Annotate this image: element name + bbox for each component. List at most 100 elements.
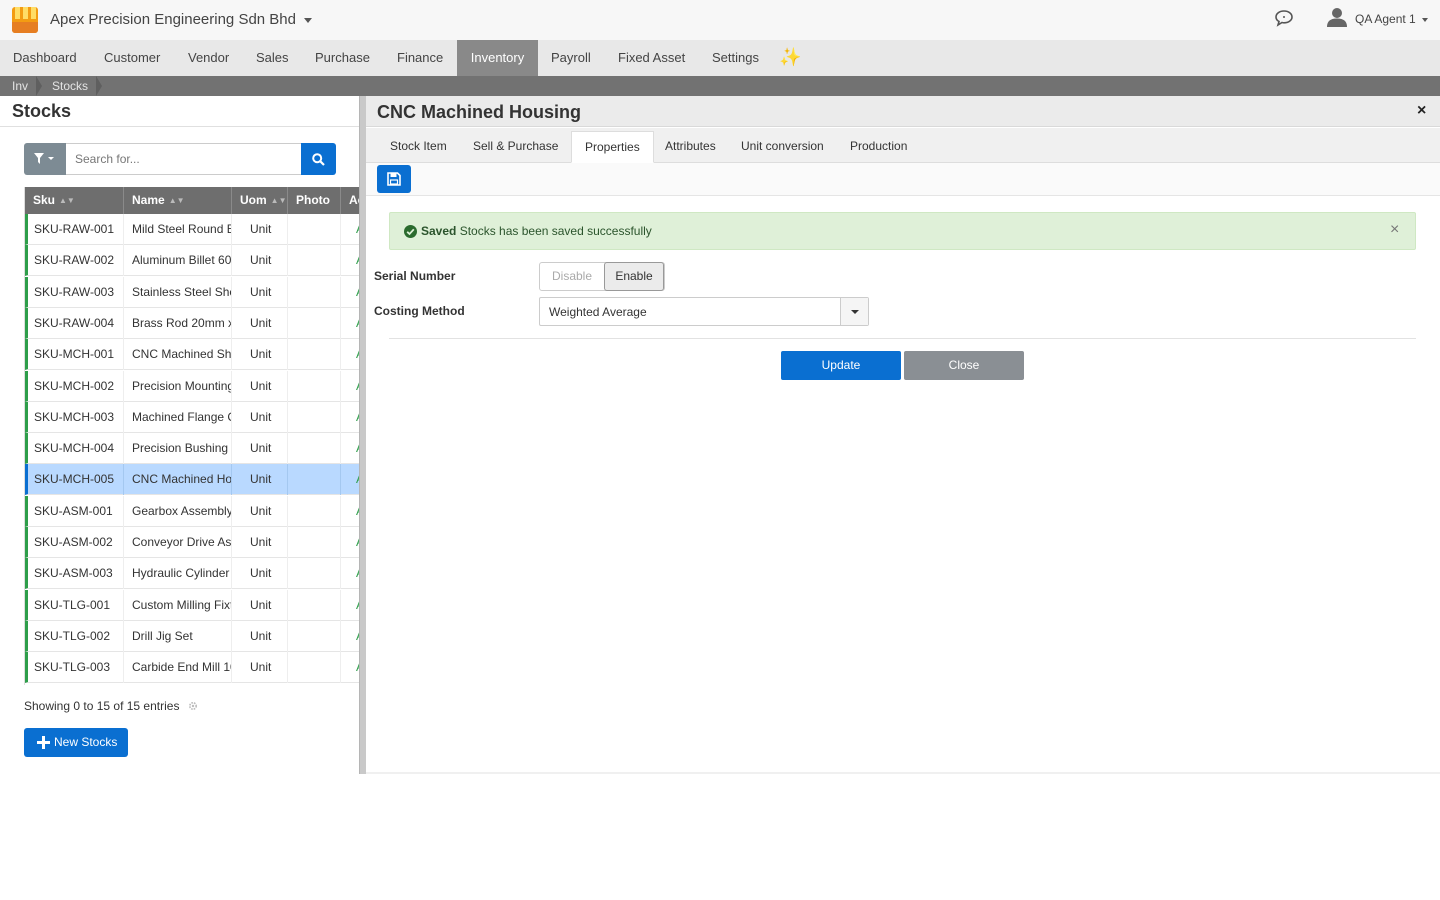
table-row[interactable]: SKU-MCH-002Precision MountingUnit A bbox=[25, 370, 360, 402]
tab-stock-item[interactable]: Stock Item bbox=[377, 131, 460, 163]
gear-icon[interactable] bbox=[188, 701, 198, 711]
company-logo-icon[interactable] bbox=[12, 7, 38, 33]
column-header-photo[interactable]: Photo bbox=[288, 187, 341, 214]
table-row[interactable]: SKU-TLG-001Custom Milling FixtureUnit A bbox=[25, 589, 360, 621]
nav-vendor[interactable]: Vendor bbox=[175, 40, 242, 76]
table-row[interactable]: SKU-ASM-001Gearbox AssemblyUnit A bbox=[25, 495, 360, 527]
sparkle-icon[interactable]: ✨ bbox=[779, 47, 801, 68]
cell-photo bbox=[288, 652, 341, 684]
cell-ac: A bbox=[341, 558, 360, 589]
cell-ac: A bbox=[341, 277, 360, 308]
cell-photo bbox=[288, 433, 341, 465]
cell-ac: A bbox=[341, 214, 360, 245]
cell-ac: A bbox=[341, 245, 360, 276]
column-header-ac[interactable]: Ac bbox=[341, 187, 360, 214]
nav-finance[interactable]: Finance bbox=[384, 40, 456, 76]
dropdown-toggle[interactable] bbox=[840, 298, 868, 325]
column-header-uom[interactable]: Uom ▲▼ bbox=[232, 187, 288, 214]
pagination-info: Showing 0 to 15 of 15 entries bbox=[24, 699, 180, 713]
nav-fixed-asset[interactable]: Fixed Asset bbox=[605, 40, 698, 76]
cell-uom: Unit bbox=[232, 527, 288, 558]
breadcrumb-stocks[interactable]: Stocks bbox=[52, 76, 88, 96]
chevron-down-icon bbox=[1421, 17, 1428, 22]
cell-uom: Unit bbox=[232, 245, 288, 277]
serial-enable-option[interactable]: Enable bbox=[604, 262, 664, 291]
nav-customer[interactable]: Customer bbox=[91, 40, 173, 76]
nav-sales[interactable]: Sales bbox=[243, 40, 302, 76]
search-button[interactable] bbox=[301, 143, 336, 175]
cell-sku: SKU-ASM-002 bbox=[28, 527, 124, 558]
cell-photo bbox=[288, 589, 341, 621]
table-row[interactable]: SKU-RAW-004Brass Rod 20mm xUnit A bbox=[25, 307, 360, 339]
cell-ac: A bbox=[341, 496, 360, 527]
table-row[interactable]: SKU-ASM-002Conveyor Drive AsUnit A bbox=[25, 527, 360, 558]
cell-uom: Unit bbox=[232, 433, 288, 465]
nav-payroll[interactable]: Payroll bbox=[538, 40, 604, 76]
alert-close-icon[interactable]: × bbox=[1390, 221, 1399, 239]
page-title: Stocks bbox=[12, 101, 72, 121]
cell-photo bbox=[288, 495, 341, 527]
cell-photo bbox=[288, 558, 341, 590]
nav-settings[interactable]: Settings bbox=[699, 40, 772, 76]
column-header-name[interactable]: Name ▲▼ bbox=[124, 187, 232, 214]
tab-sell-purchase[interactable]: Sell & Purchase bbox=[460, 131, 571, 163]
search-input[interactable] bbox=[66, 143, 301, 175]
cell-name: Mild Steel Round Bar bbox=[124, 214, 232, 245]
breadcrumb-inv[interactable]: Inv bbox=[12, 76, 28, 96]
cell-name: Gearbox Assembly bbox=[124, 495, 232, 527]
tab-unit-conversion[interactable]: Unit conversion bbox=[728, 131, 837, 163]
chat-icon[interactable] bbox=[1274, 9, 1294, 27]
detail-tabs: Stock Item Sell & Purchase Properties At… bbox=[366, 128, 1440, 163]
nav-inventory[interactable]: Inventory bbox=[457, 40, 538, 76]
nav-purchase[interactable]: Purchase bbox=[302, 40, 383, 76]
filter-button[interactable] bbox=[24, 143, 66, 175]
costing-method-select[interactable]: Weighted Average bbox=[539, 297, 869, 326]
table-row[interactable]: SKU-RAW-002Aluminum Billet 6061Unit A bbox=[25, 245, 360, 277]
cell-ac: A bbox=[341, 433, 360, 464]
plus-icon bbox=[37, 736, 50, 749]
table-row[interactable]: SKU-MCH-005CNC Machined HousingUnit A bbox=[25, 464, 360, 496]
close-panel-icon[interactable]: × bbox=[1417, 102, 1426, 120]
new-stocks-button[interactable]: New Stocks bbox=[24, 728, 128, 757]
caret-down-icon bbox=[851, 310, 859, 314]
tab-properties[interactable]: Properties bbox=[571, 131, 654, 163]
alert-message: Saved Stocks has been saved successfully bbox=[421, 224, 652, 238]
panel-splitter[interactable] bbox=[359, 96, 366, 774]
table-row[interactable]: SKU-MCH-001CNC Machined ShaftUnit A bbox=[25, 339, 360, 371]
cell-ac: A bbox=[341, 402, 360, 433]
cell-sku: SKU-ASM-003 bbox=[28, 558, 124, 590]
company-switcher[interactable]: Apex Precision Engineering Sdn Bhd bbox=[50, 11, 312, 28]
stocks-list-panel: Stocks Sku▲▼ Name▲▼ Uom▲▼ Photo Ac SKU-R… bbox=[0, 96, 360, 774]
cell-ac: A bbox=[341, 652, 360, 683]
cell-name: Aluminum Billet 6061 bbox=[124, 245, 232, 277]
update-button[interactable]: Update bbox=[781, 351, 901, 380]
table-row[interactable]: SKU-TLG-002Drill Jig SetUnit A bbox=[25, 620, 360, 652]
cell-photo bbox=[288, 401, 341, 433]
cell-ac: A bbox=[341, 308, 360, 339]
serial-disable-option[interactable]: Disable bbox=[540, 263, 604, 290]
table-row[interactable]: SKU-RAW-001Mild Steel Round BarUnit A bbox=[25, 214, 360, 245]
tab-production[interactable]: Production bbox=[837, 131, 920, 163]
table-row[interactable]: SKU-MCH-004Precision BushingUnit A bbox=[25, 433, 360, 465]
close-button[interactable]: Close bbox=[904, 351, 1024, 380]
cell-name: Custom Milling Fixture bbox=[124, 589, 232, 621]
column-header-sku[interactable]: Sku ▲▼ bbox=[25, 187, 124, 214]
table-row[interactable]: SKU-RAW-003Stainless Steel SheetUnit A bbox=[25, 276, 360, 308]
cell-sku: SKU-RAW-001 bbox=[28, 214, 124, 245]
save-button[interactable] bbox=[377, 165, 411, 193]
nav-dashboard[interactable]: Dashboard bbox=[0, 40, 90, 76]
cell-ac: A bbox=[341, 464, 360, 495]
tab-attributes[interactable]: Attributes bbox=[652, 131, 729, 163]
serial-number-label: Serial Number bbox=[374, 269, 456, 283]
user-icon bbox=[1327, 8, 1347, 27]
cell-name: Precision Bushing bbox=[124, 433, 232, 465]
cell-ac: A bbox=[341, 621, 360, 652]
breadcrumb-separator bbox=[36, 76, 42, 96]
cell-sku: SKU-RAW-004 bbox=[28, 307, 124, 339]
table-row[interactable]: SKU-MCH-003Machined Flange CUnit A bbox=[25, 401, 360, 433]
filter-icon bbox=[34, 153, 54, 164]
cell-uom: Unit bbox=[232, 307, 288, 339]
table-row[interactable]: SKU-TLG-003Carbide End Mill 10Unit A bbox=[25, 652, 360, 684]
cell-sku: SKU-TLG-003 bbox=[28, 652, 124, 684]
table-row[interactable]: SKU-ASM-003Hydraulic CylinderUnit A bbox=[25, 558, 360, 590]
